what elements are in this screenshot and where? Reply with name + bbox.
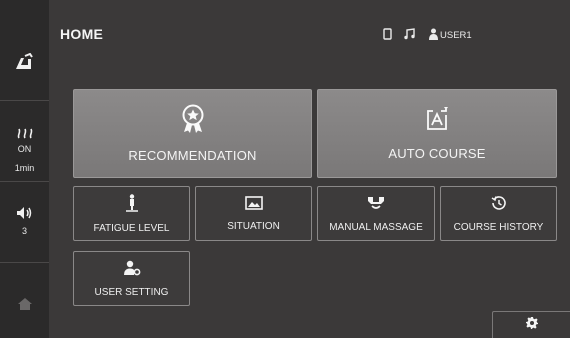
award-icon (180, 104, 206, 139)
massage-chair-icon[interactable] (12, 52, 36, 72)
situation-label: SITUATION (227, 220, 280, 232)
sidebar-divider (0, 100, 49, 101)
user-settings-icon (123, 260, 141, 281)
gear-icon (525, 316, 538, 334)
auto-course-icon (422, 106, 452, 137)
phone-icon (383, 28, 392, 40)
recommendation-label: RECOMMENDATION (128, 148, 257, 163)
history-icon (491, 195, 507, 216)
massage-icon (367, 195, 385, 216)
auto-course-button[interactable]: AUTO COURSE (317, 89, 557, 178)
music-icon (403, 28, 415, 40)
course-history-button[interactable]: COURSE HISTORY (440, 186, 557, 241)
manual-massage-label: MANUAL MASSAGE (329, 221, 423, 233)
settings-button[interactable] (492, 311, 570, 338)
auto-course-label: AUTO COURSE (388, 146, 486, 161)
situation-button[interactable]: SITUATION (195, 186, 312, 241)
heat-icon (14, 127, 36, 139)
home-screen: ON 1min 3 HOME USER1 RECOMMENDATION AUTO… (0, 0, 570, 338)
user-setting-button[interactable]: USER SETTING (73, 251, 190, 306)
home-icon[interactable] (14, 296, 36, 312)
body-icon (125, 193, 139, 217)
heater-state: ON (17, 144, 32, 154)
recommendation-button[interactable]: RECOMMENDATION (73, 89, 312, 178)
volume-icon (14, 206, 36, 220)
user-setting-label: USER SETTING (94, 286, 169, 298)
heater-time: 1min (14, 163, 35, 173)
page-title: HOME (60, 26, 104, 42)
course-history-label: COURSE HISTORY (453, 221, 544, 233)
image-icon (244, 195, 263, 215)
user-name: USER1 (440, 30, 472, 41)
fatigue-level-label: FATIGUE LEVEL (93, 222, 170, 234)
user-icon (429, 28, 438, 40)
manual-massage-button[interactable]: MANUAL MASSAGE (317, 186, 435, 241)
volume-level: 3 (21, 226, 27, 236)
sidebar-divider (0, 181, 49, 182)
sidebar: ON 1min 3 (0, 0, 49, 338)
fatigue-level-button[interactable]: FATIGUE LEVEL (73, 186, 190, 241)
sidebar-divider (0, 262, 49, 263)
